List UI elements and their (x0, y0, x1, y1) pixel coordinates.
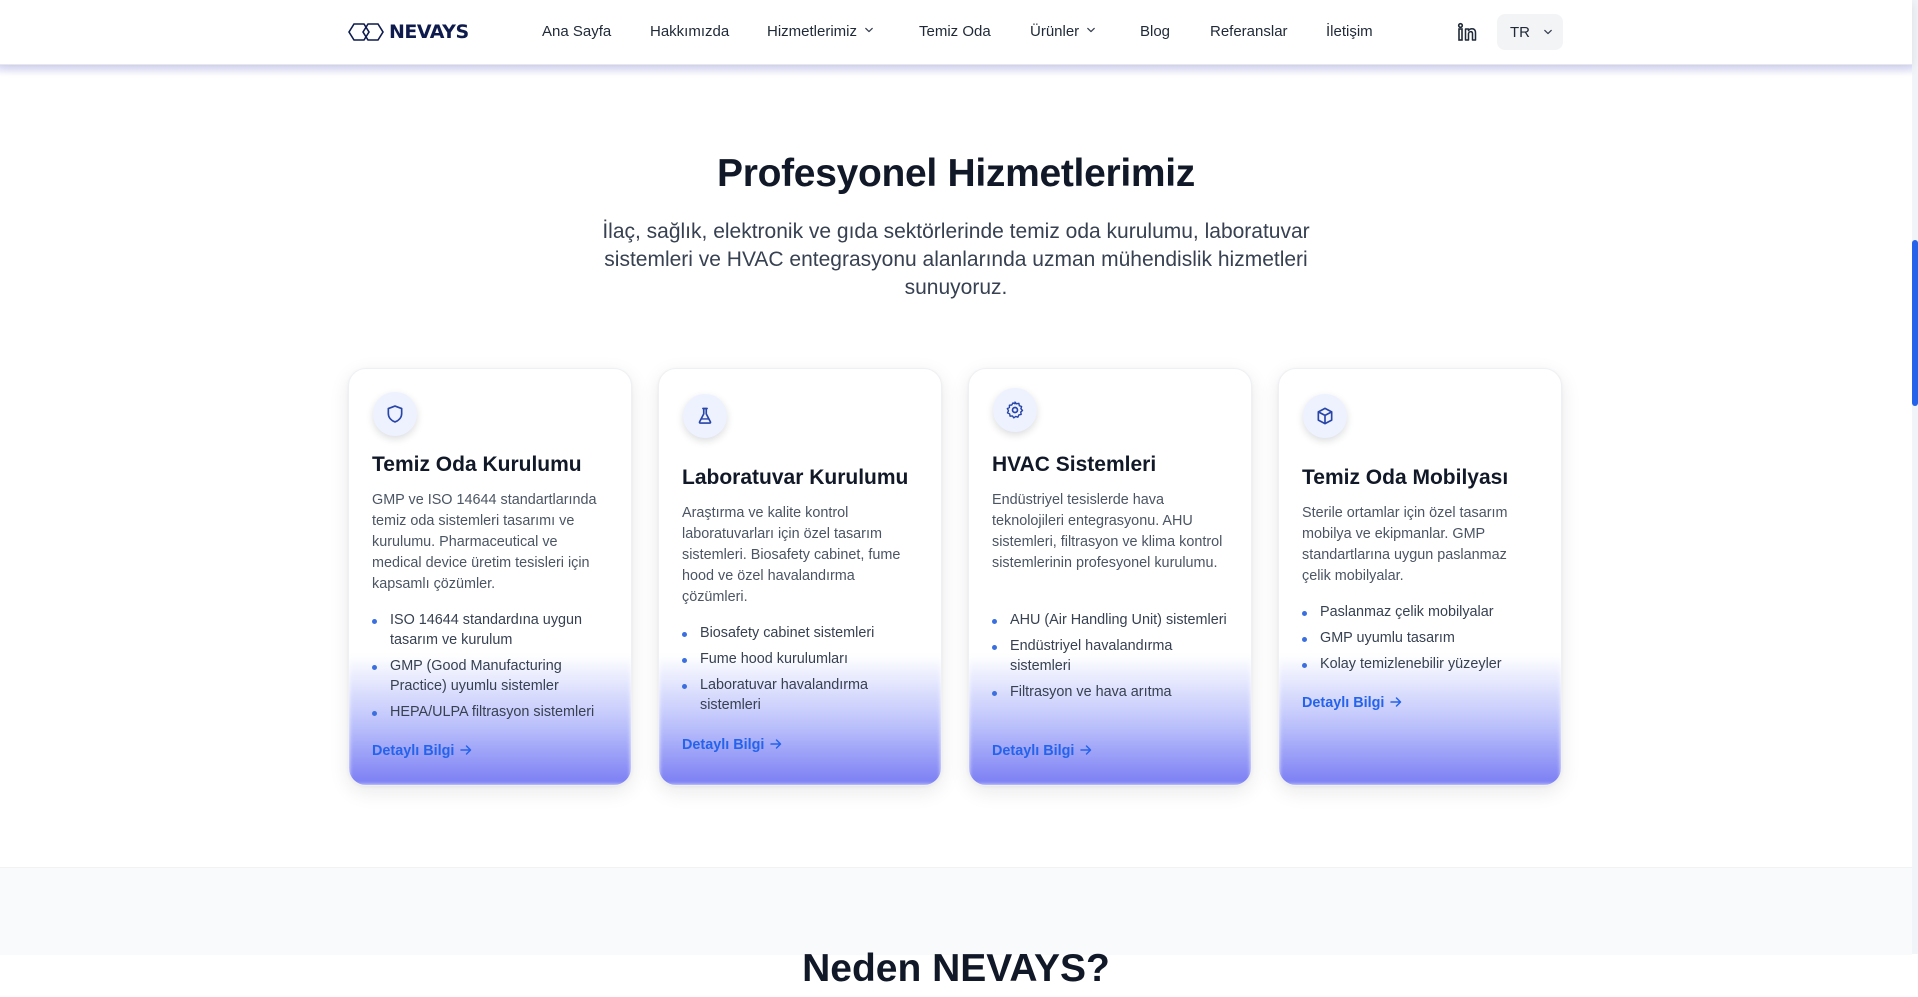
nav-item-hizmetlerimiz[interactable]: Hizmetlerimiz (767, 22, 873, 42)
service-card-temiz-oda-kurulumu: Temiz Oda Kurulumu GMP ve ISO 14644 stan… (348, 368, 632, 786)
card-icon-badge (683, 394, 727, 438)
nav-item-ana-sayfa[interactable]: Ana Sayfa (542, 22, 611, 42)
list-item: GMP (Good Manufacturing Practice) uyumlu… (372, 656, 612, 696)
card-icon-badge (373, 392, 417, 436)
next-section-title: Neden NEVAYS? (802, 947, 1110, 990)
feature-list: Paslanmaz çelik mobilyalar GMP uyumlu ta… (1302, 602, 1542, 680)
chevron-down-icon (1087, 27, 1096, 33)
nav-item-iletisim[interactable]: İletişim (1326, 22, 1373, 42)
cube-icon (1317, 407, 1333, 425)
gear-icon (1006, 401, 1024, 419)
arrow-right-icon (1080, 745, 1092, 755)
detail-link-label: Detaylı Bilgi (682, 737, 765, 753)
list-item: Fume hood kurulumları (682, 649, 922, 669)
next-section: Neden NEVAYS? (0, 867, 1912, 990)
chevron-down-icon (1544, 29, 1552, 35)
card-title: HVAC Sistemleri (992, 453, 1157, 476)
language-selector[interactable]: TR (1497, 14, 1563, 50)
top-navbar: NEVAYS Ana Sayfa Hakkımızda Hizmetlerimi… (0, 0, 1912, 65)
card-description: GMP ve ISO 14644 standartlarında temiz o… (372, 492, 597, 592)
list-item: Endüstriyel havalandırma sistemleri (992, 636, 1232, 676)
scrollbar-track[interactable] (1912, 0, 1918, 954)
arrow-right-icon (460, 745, 472, 755)
list-item: AHU (Air Handling Unit) sistemleri (992, 610, 1232, 630)
nav-item-urunler-label: Ürünler (1030, 23, 1080, 40)
nav-item-temiz-oda[interactable]: Temiz Oda (919, 22, 991, 42)
card-icon-badge (1303, 394, 1347, 438)
list-item: HEPA/ULPA filtrasyon sistemleri (372, 702, 612, 722)
card-title: Laboratuvar Kurulumu (682, 466, 909, 489)
service-card-hvac-sistemleri: HVAC Sistemleri Endüstriyel tesislerde h… (968, 368, 1252, 786)
section-subtitle: İlaç, sağlık, elektronik ve gıda sektörl… (602, 220, 1310, 299)
detail-link[interactable]: Detaylı Bilgi (682, 735, 782, 755)
list-item: GMP uyumlu tasarım (1302, 628, 1542, 648)
card-title: Temiz Oda Kurulumu (372, 453, 582, 476)
list-item: Laboratuvar havalandırma sistemleri (682, 675, 922, 715)
arrow-right-icon (1390, 697, 1402, 707)
list-item: Biosafety cabinet sistemleri (682, 623, 922, 643)
logo-mark-icon (348, 23, 384, 41)
detail-link[interactable]: Detaylı Bilgi (992, 741, 1092, 761)
nav-item-referanslar[interactable]: Referanslar (1210, 22, 1288, 42)
card-description: Sterile ortamlar için özel tasarım mobil… (1302, 505, 1508, 584)
brand-logo[interactable]: NEVAYS (347, 20, 469, 44)
detail-link-label: Detaylı Bilgi (372, 743, 455, 759)
arrow-right-icon (770, 739, 782, 749)
nav-item-hizmetlerimiz-label: Hizmetlerimiz (767, 23, 857, 40)
linkedin-icon[interactable] (1457, 22, 1477, 42)
header-glow (0, 64, 1912, 76)
flask-icon (698, 407, 712, 424)
detail-link[interactable]: Detaylı Bilgi (1302, 693, 1402, 713)
list-item: Paslanmaz çelik mobilyalar (1302, 602, 1542, 622)
nav-item-urunler[interactable]: Ürünler (1030, 22, 1096, 42)
card-description: Araştırma ve kalite kontrol laboratuvarl… (682, 505, 901, 605)
nav-item-hakkimizda[interactable]: Hakkımızda (650, 22, 729, 42)
list-item: ISO 14644 standardına uygun tasarım ve k… (372, 610, 612, 650)
card-title: Temiz Oda Mobilyası (1302, 466, 1509, 489)
detail-link[interactable]: Detaylı Bilgi (372, 741, 472, 761)
feature-list: ISO 14644 standardına uygun tasarım ve k… (372, 610, 612, 728)
feature-list: Biosafety cabinet sistemleri Fume hood k… (682, 623, 922, 721)
section-title: Profesyonel Hizmetlerimiz (717, 152, 1195, 195)
logo-text: NEVAYS (389, 21, 469, 43)
chevron-down-icon (865, 27, 873, 33)
service-card-laboratuvar-kurulumu: Laboratuvar Kurulumu Araştırma ve kalite… (658, 368, 942, 786)
card-description: Endüstriyel tesislerde hava teknolojiler… (992, 492, 1223, 571)
list-item: Kolay temizlenebilir yüzeyler (1302, 654, 1542, 674)
shield-icon (387, 405, 403, 423)
scrollbar-thumb[interactable] (1912, 240, 1918, 406)
detail-link-label: Detaylı Bilgi (1302, 695, 1385, 711)
card-icon-badge (993, 388, 1037, 432)
nav-item-blog[interactable]: Blog (1140, 22, 1170, 42)
service-card-temiz-oda-mobilyasi: Temiz Oda Mobilyası Sterile ortamlar içi… (1278, 368, 1562, 786)
language-label: TR (1510, 23, 1530, 41)
list-item: Filtrasyon ve hava arıtma (992, 682, 1232, 702)
feature-list: AHU (Air Handling Unit) sistemleri Endüs… (992, 610, 1232, 708)
detail-link-label: Detaylı Bilgi (992, 743, 1075, 759)
